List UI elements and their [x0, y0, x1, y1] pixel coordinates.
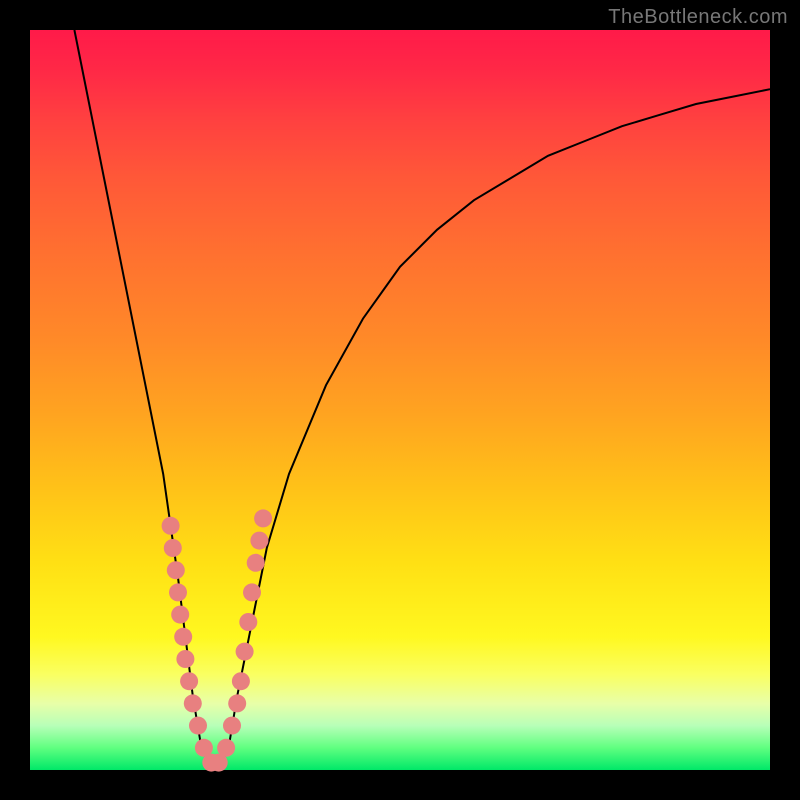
scatter-dot — [247, 554, 265, 572]
scatter-dot — [236, 643, 254, 661]
scatter-dot — [217, 739, 235, 757]
scatter-dots — [162, 509, 273, 771]
scatter-dot — [164, 539, 182, 557]
scatter-dot — [171, 606, 189, 624]
scatter-dot — [176, 650, 194, 668]
scatter-dot — [167, 561, 185, 579]
scatter-dot — [254, 509, 272, 527]
scatter-dot — [228, 694, 246, 712]
chart-svg — [30, 30, 770, 770]
scatter-dot — [223, 717, 241, 735]
scatter-dot — [243, 583, 261, 601]
watermark-text: TheBottleneck.com — [608, 6, 788, 29]
scatter-dot — [162, 517, 180, 535]
scatter-dot — [189, 717, 207, 735]
scatter-dot — [184, 694, 202, 712]
scatter-dot — [250, 532, 268, 550]
scatter-dot — [180, 672, 198, 690]
scatter-dot — [174, 628, 192, 646]
chart-frame — [30, 30, 770, 770]
scatter-dot — [239, 613, 257, 631]
scatter-dot — [169, 583, 187, 601]
scatter-dot — [232, 672, 250, 690]
